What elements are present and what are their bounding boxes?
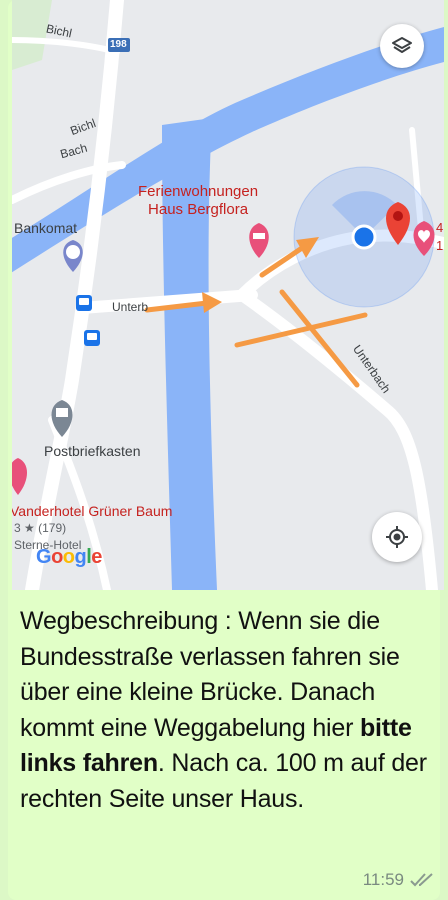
google-letter: o <box>51 546 63 568</box>
map-image[interactable]: Bichl 198 Bichl Bach Unterb Unterbach Fe… <box>12 0 444 590</box>
google-letter: G <box>36 546 52 568</box>
layers-button[interactable] <box>380 24 424 68</box>
double-check-icon <box>410 873 433 887</box>
edge-digit-top: 4 <box>436 220 444 235</box>
layers-icon <box>392 37 412 53</box>
google-letter: o <box>62 546 75 568</box>
message-meta: 11:59 <box>363 870 436 890</box>
place-label-bankomat: Bankomat <box>14 220 78 236</box>
place-label-ferienwohnungen: Ferienwohnungen Haus Bergflora <box>138 183 259 218</box>
edge-digit-bottom: 1 <box>436 238 444 253</box>
message-time: 11:59 <box>362 870 404 889</box>
my-location-icon <box>386 526 408 548</box>
google-letter: g <box>74 546 87 568</box>
road-label-unterbach-left: Unterb <box>112 300 149 314</box>
road-number-198: 198 <box>110 39 127 50</box>
place-label-hotel: Vanderhotel Grüner Baum <box>12 503 173 519</box>
my-location-button[interactable] <box>372 512 422 562</box>
hotel-rating: 3 ★ (179) <box>14 521 67 535</box>
message-text: Wegbeschreibung : Wenn sie die Bundesstr… <box>20 607 427 813</box>
current-location-dot <box>351 224 377 250</box>
google-logo: Google <box>36 546 102 569</box>
place-label-postbriefkasten: Postbriefkasten <box>44 443 141 459</box>
google-letter: e <box>91 546 102 568</box>
